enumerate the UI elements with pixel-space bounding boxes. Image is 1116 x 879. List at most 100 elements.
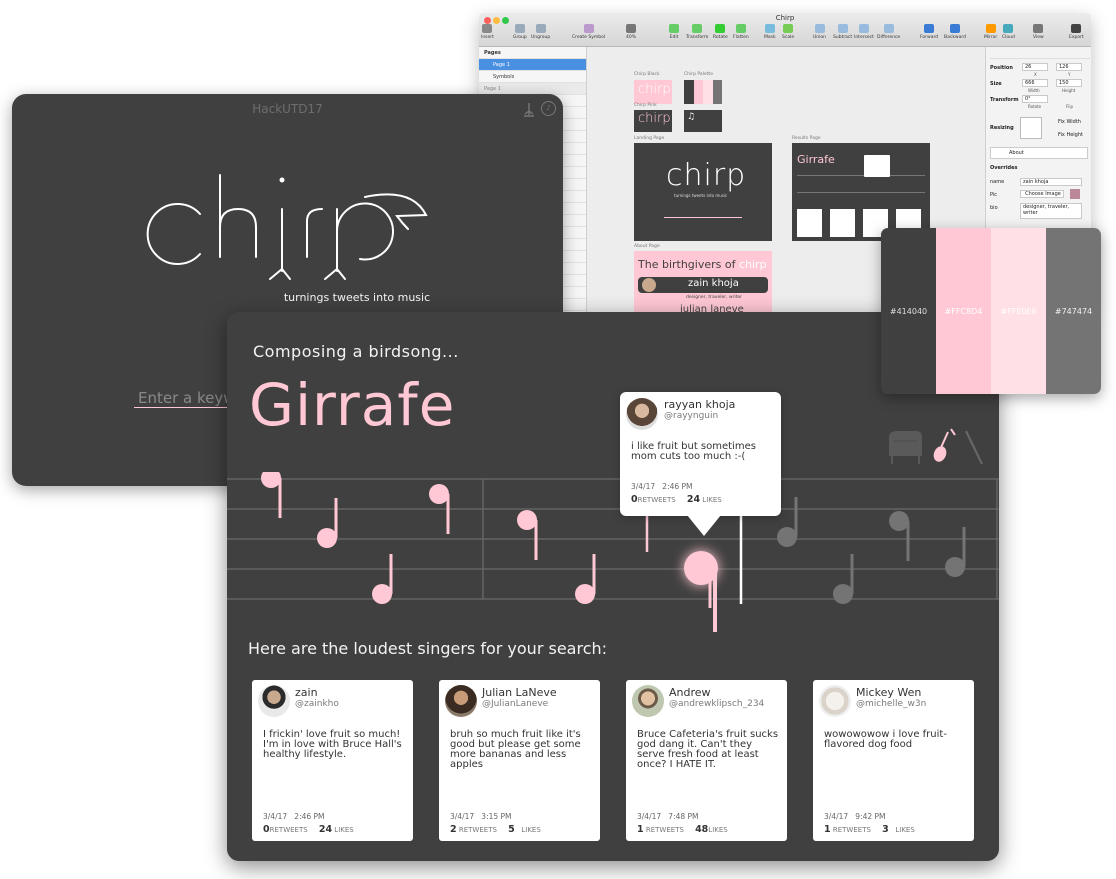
forward-icon <box>924 24 935 33</box>
alignment-bar[interactable] <box>990 49 1090 59</box>
loudest-singers-heading: Here are the loudest singers for your se… <box>248 639 608 658</box>
tree-icon[interactable] <box>522 102 536 118</box>
music-note[interactable] <box>372 584 392 604</box>
mini-logo: chirp <box>666 158 747 193</box>
mini-card <box>797 209 822 237</box>
card-name: Mickey Wen <box>856 686 922 699</box>
swatch-gray[interactable]: #747474 <box>1046 228 1101 394</box>
about-person-bio: designer, traveler, writer <box>686 295 743 300</box>
artboard-label: Results Page <box>792 136 821 141</box>
mini-input-line <box>664 217 742 218</box>
mini-logo: chirp <box>638 82 671 97</box>
toolbar-transform-button[interactable]: Transform <box>686 24 708 40</box>
artboard-results-page[interactable]: Girrafe <box>792 143 930 241</box>
toolbar-flatten-button[interactable]: Flatten <box>733 24 749 40</box>
mini-tagline: turnings tweets into music <box>674 193 728 198</box>
keyword-input[interactable]: Enter a keyw <box>138 389 236 407</box>
pic-override-label: Pic <box>990 192 998 198</box>
toolbar-create-symbol-button[interactable]: Create Symbol <box>572 24 605 40</box>
violin-icon[interactable] <box>931 427 957 467</box>
music-note[interactable] <box>889 511 909 531</box>
rotate-input[interactable]: 0° <box>1022 95 1048 103</box>
card-text: I frickin' love fruit so much! I'm in lo… <box>263 729 402 760</box>
page-item-page-1[interactable]: Page 1 <box>479 59 586 71</box>
size-label: Size <box>990 81 1002 87</box>
artboard-chirp-black[interactable]: chirp <box>634 80 672 104</box>
toolbar-group-button[interactable]: Group <box>513 24 527 40</box>
toolbar-cloud-button[interactable]: Cloud <box>1002 24 1015 40</box>
piano-icon[interactable] <box>886 429 924 465</box>
mini-query: Girrafe <box>797 153 835 166</box>
music-note[interactable] <box>317 528 337 548</box>
toolbar-label: Forward <box>920 35 939 40</box>
event-title: HackUTD17 <box>252 102 323 116</box>
popup-stats: 0RETWEETS 24 LIKES <box>631 494 722 505</box>
toolbar-label: Scale <box>782 35 795 40</box>
swatch-pink[interactable]: #FFC8D4 <box>936 228 991 394</box>
artboard-chirp-pink[interactable]: chirp <box>634 110 672 132</box>
resizing-control[interactable] <box>1020 117 1042 139</box>
toolbar-ungroup-button[interactable]: Ungroup <box>531 24 550 40</box>
artboard-about-page[interactable]: The birthgivers of chirp zain khoja desi… <box>634 251 772 313</box>
swatch-light-pink[interactable]: #FFE0E6 <box>991 228 1046 394</box>
music-note[interactable] <box>517 510 537 530</box>
toolbar-label: Flatten <box>733 35 749 40</box>
tweet-card[interactable]: Andrew @andrewklipsch_234 Bruce Cafeteri… <box>626 680 787 841</box>
toolbar-view-button[interactable]: View <box>1033 24 1044 40</box>
height-input[interactable]: 150 <box>1056 79 1082 87</box>
toolbar-forward-button[interactable]: Forward <box>920 24 938 40</box>
music-note[interactable] <box>429 484 449 504</box>
toolbar-40--button[interactable]: 40% <box>626 24 636 40</box>
page-item-symbols[interactable]: Symbols <box>479 71 586 83</box>
position-y-input[interactable]: 126 <box>1056 63 1082 71</box>
position-x-input[interactable]: 26 <box>1022 63 1048 71</box>
music-note[interactable] <box>261 468 281 488</box>
toolbar-backward-button[interactable]: Backward <box>944 24 966 40</box>
music-note[interactable] <box>575 584 595 604</box>
results-window: Composing a birdsong... Girrafe rayyan k… <box>227 312 999 861</box>
toolbar-label: View <box>1033 35 1044 40</box>
artboard-landing-page[interactable]: chirp turnings tweets into music <box>634 143 772 241</box>
toolbar-rotate-button[interactable]: Rotate <box>713 24 728 40</box>
cloud-icon <box>1003 24 1014 33</box>
swatch-dark[interactable]: #414040 <box>881 228 936 394</box>
toolbar-label: Backward <box>944 35 966 40</box>
toolbar-subtract-button[interactable]: Subtract <box>833 24 852 40</box>
symbol-select[interactable]: About <box>990 147 1088 159</box>
intersect-icon <box>858 24 869 33</box>
choose-image-button[interactable]: Choose Image <box>1020 190 1064 198</box>
baton-icon[interactable] <box>963 429 985 467</box>
toolbar-label: Intersect <box>854 35 874 40</box>
bio-override-input[interactable]: designer, traveler, writer <box>1020 203 1082 219</box>
active-music-note[interactable] <box>684 551 718 585</box>
toolbar-union-button[interactable]: Union <box>813 24 826 40</box>
name-override-input[interactable]: zain khoja <box>1020 178 1082 186</box>
artboard-chirp-palette[interactable] <box>684 80 722 104</box>
card-name: Andrew <box>669 686 711 699</box>
toolbar-difference-button[interactable]: Difference <box>877 24 900 40</box>
toolbar-mirror-button[interactable]: Mirror <box>984 24 997 40</box>
toolbar-intersect-button[interactable]: Intersect <box>854 24 874 40</box>
fix-width-checkbox[interactable]: Fix Width <box>1058 119 1081 125</box>
music-note[interactable] <box>833 584 853 604</box>
sound-icon[interactable]: ♪ <box>541 101 556 116</box>
toolbar-scale-button[interactable]: Scale <box>782 24 794 40</box>
backward-icon <box>950 24 960 33</box>
toolbar-export-button[interactable]: Export <box>1069 24 1084 40</box>
fix-height-checkbox[interactable]: Fix Height <box>1058 132 1083 138</box>
toolbar-insert-button[interactable]: Insert <box>481 24 494 40</box>
document-title: Chirp <box>775 14 795 22</box>
toolbar-mask-button[interactable]: Mask <box>764 24 776 40</box>
music-note[interactable] <box>945 557 965 577</box>
tweet-card[interactable]: Mickey Wen @michelle_w3n wowowowow i lov… <box>813 680 974 841</box>
music-note[interactable] <box>777 527 797 547</box>
card-text: wowowowow i love fruit-flavored dog food <box>824 729 947 750</box>
artboard-icons[interactable]: ♫ <box>684 110 722 132</box>
toolbar-edit-button[interactable]: Edit <box>669 24 679 40</box>
tweet-card[interactable]: zain @zainkho I frickin' love fruit so m… <box>252 680 413 841</box>
width-input[interactable]: 666 <box>1022 79 1048 87</box>
artboard-label: About Page <box>634 244 660 249</box>
tweet-popup[interactable]: rayyan khoja @rayynguin i like fruit but… <box>620 392 781 536</box>
tweet-card[interactable]: Julian LaNeve @JulianLaneve bruh so much… <box>439 680 600 841</box>
card-datetime: 3/4/17 2:46 PM <box>263 812 325 821</box>
